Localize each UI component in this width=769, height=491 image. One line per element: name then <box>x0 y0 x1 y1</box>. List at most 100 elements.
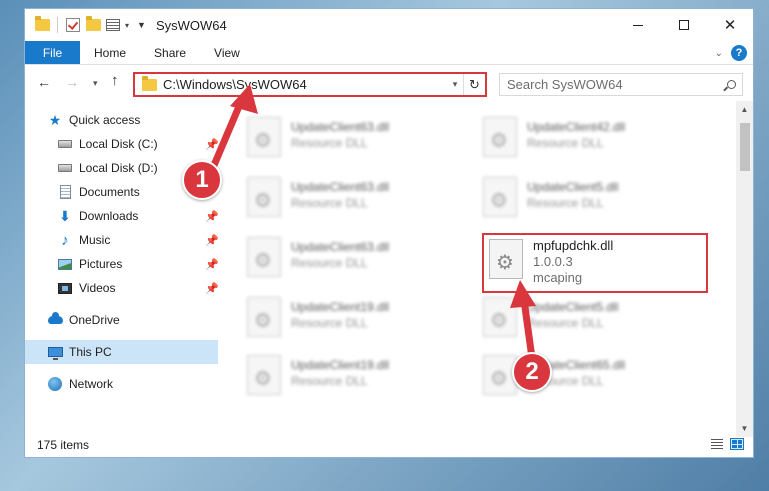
file-type: Resource DLL <box>527 316 604 330</box>
dll-file-icon <box>247 117 281 157</box>
search-input[interactable] <box>500 77 720 92</box>
sidebar-item-pictures[interactable]: Pictures <box>57 252 122 276</box>
file-name: UpdateClient19.dll <box>291 358 390 372</box>
sidebar-item-local-disk-c[interactable]: Local Disk (C:) <box>57 132 158 156</box>
pc-icon <box>47 344 63 360</box>
tab-home[interactable]: Home <box>80 41 140 64</box>
cloud-icon <box>47 312 63 328</box>
step-1-badge: 1 <box>182 160 222 200</box>
help-icon[interactable]: ? <box>731 45 747 61</box>
file-name: UpdateClient19.dll <box>291 300 390 314</box>
sidebar-item-videos[interactable]: Videos <box>57 276 115 300</box>
sidebar-item-this-pc[interactable]: This PC <box>25 340 218 364</box>
details-view-icon[interactable] <box>709 437 725 451</box>
navigation-pane: ★ Quick access Local Disk (C:) 📌 Local D… <box>25 105 220 427</box>
file-list: UpdateClient63.dll Resource DLL UpdateCli… <box>221 105 735 427</box>
file-item[interactable]: UpdateClient19.dll Resource DLL <box>247 351 389 403</box>
tab-share[interactable]: Share <box>140 41 200 64</box>
sidebar-item-documents[interactable]: Documents <box>57 180 140 204</box>
search-box[interactable] <box>499 73 743 96</box>
sidebar-item-label: Music <box>79 233 111 247</box>
music-icon: ♪ <box>61 231 69 249</box>
dll-file-icon <box>483 117 517 157</box>
folder-icon <box>33 16 51 34</box>
new-folder-icon[interactable] <box>84 16 102 34</box>
videos-icon <box>57 280 73 296</box>
file-item[interactable]: UpdateClient65.dllResource DLL <box>483 351 625 403</box>
recent-locations-icon[interactable]: ▾ <box>93 78 98 89</box>
sidebar-item-quick-access[interactable]: ★ Quick access <box>47 108 141 132</box>
large-icons-view-icon[interactable] <box>729 437 745 451</box>
file-item[interactable]: UpdateClient63.dll Resource DLL <box>247 173 389 225</box>
sidebar-item-music[interactable]: ♪ Music <box>57 228 110 252</box>
highlighted-file-item[interactable]: mpfupdchk.dll 1.0.0.3 mcaping <box>482 233 708 293</box>
sidebar-item-label: Pictures <box>79 257 123 271</box>
chevron-down-icon[interactable]: ▾ <box>447 79 463 90</box>
sidebar-item-network[interactable]: Network <box>47 372 113 396</box>
pin-icon[interactable]: 📌 <box>205 258 219 271</box>
pin-icon[interactable]: 📌 <box>205 210 219 223</box>
search-icon[interactable] <box>720 80 742 89</box>
refresh-icon[interactable]: ↻ <box>463 74 485 95</box>
sidebar-item-label: Local Disk (C:) <box>79 137 158 151</box>
dll-file-icon <box>247 297 281 337</box>
pin-icon[interactable]: 📌 <box>205 282 219 295</box>
dll-file-icon <box>483 177 517 217</box>
network-icon <box>47 376 63 392</box>
sidebar-item-onedrive[interactable]: OneDrive <box>47 308 120 332</box>
folder-icon <box>142 75 157 91</box>
file-company: mcaping <box>533 270 583 285</box>
back-arrow-icon[interactable]: ← <box>37 74 51 90</box>
file-type: Resource DLL <box>291 256 368 270</box>
address-bar[interactable]: C:\Windows\SysWOW64 ▾ ↻ <box>133 72 487 97</box>
expand-ribbon-icon[interactable]: ⌄ <box>715 48 723 59</box>
maximize-button[interactable] <box>661 9 707 41</box>
customize-toolbar-icon[interactable]: ▼ <box>137 20 146 30</box>
pin-icon[interactable]: 📌 <box>205 234 219 247</box>
file-item[interactable]: UpdateClient63.dll Resource DLL <box>247 113 389 165</box>
address-path[interactable]: C:\Windows\SysWOW64 <box>163 77 447 92</box>
drive-icon <box>57 136 73 152</box>
file-item[interactable]: UpdateClient5.dll Resource DLL <box>483 293 618 345</box>
file-type: Resource DLL <box>527 136 604 150</box>
drive-icon <box>57 160 73 176</box>
tab-view[interactable]: View <box>200 41 254 64</box>
chevron-down-icon[interactable]: ▾ <box>125 21 129 30</box>
sidebar-item-label: This PC <box>69 345 112 359</box>
toolbar-divider <box>57 17 58 33</box>
sidebar-item-label: Network <box>69 377 114 391</box>
documents-icon <box>57 184 73 200</box>
file-item[interactable]: UpdateClient19.dll Resource DLL <box>247 293 389 345</box>
scroll-up-icon[interactable]: ▲ <box>736 101 753 118</box>
download-icon: ⬇ <box>59 207 71 224</box>
tab-file[interactable]: File <box>25 41 80 64</box>
item-count: 175 items <box>37 438 90 452</box>
ribbon-tabs: File Home Share View ⌄ ? <box>25 41 753 65</box>
up-arrow-icon[interactable]: ↑ <box>111 72 119 89</box>
file-type: Resource DLL <box>291 136 368 150</box>
close-button[interactable]: ✕ <box>707 9 753 41</box>
sidebar-item-local-disk-d[interactable]: Local Disk (D:) <box>57 156 158 180</box>
properties-check-icon[interactable] <box>64 16 82 34</box>
file-item[interactable]: UpdateClient5.dll Resource DLL <box>483 173 618 225</box>
forward-arrow-icon[interactable]: → <box>65 74 79 90</box>
properties-icon[interactable] <box>104 16 122 34</box>
file-item[interactable]: UpdateClient42.dll Resource DLL <box>483 113 625 165</box>
dll-file-icon <box>483 297 517 337</box>
vertical-scrollbar[interactable]: ▲ ▼ <box>736 101 753 437</box>
file-name: UpdateClient5.dll <box>527 180 619 194</box>
sidebar-item-label: Downloads <box>79 209 139 223</box>
file-type: Resource DLL <box>527 196 604 210</box>
file-item[interactable]: UpdateClient63.dll Resource DLL <box>247 233 389 285</box>
file-name: UpdateClient63.dll <box>291 180 390 194</box>
pin-icon[interactable]: 📌 <box>205 138 219 151</box>
sidebar-item-label: Videos <box>79 281 116 295</box>
explorer-window: ▾ ▼ SysWOW64 ✕ File Home Share View ⌄ ? … <box>24 8 754 458</box>
sidebar-item-label: OneDrive <box>69 313 120 327</box>
minimize-button[interactable] <box>615 9 661 41</box>
dll-file-icon <box>489 239 523 279</box>
close-icon: ✕ <box>723 17 737 34</box>
minimize-icon <box>633 24 643 26</box>
sidebar-item-downloads[interactable]: ⬇ Downloads <box>57 204 138 228</box>
scroll-thumb[interactable] <box>740 123 750 171</box>
